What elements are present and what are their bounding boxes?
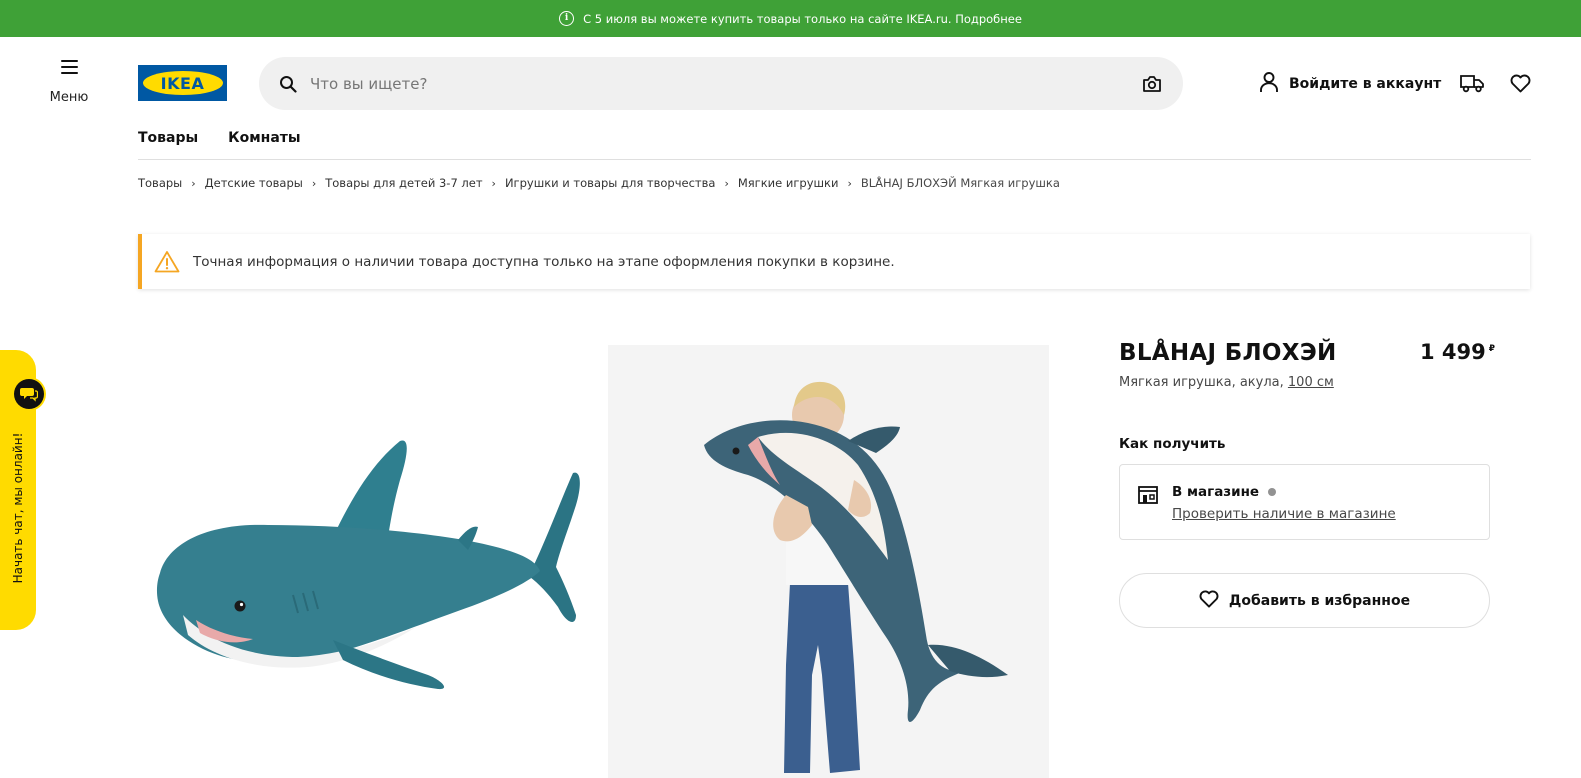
info-circle-icon: i — [559, 11, 575, 26]
store-title-text: В магазине — [1172, 484, 1260, 500]
chevron-right-icon: › — [491, 176, 496, 190]
how-to-get-heading: Как получить — [1119, 436, 1226, 452]
price-value: 1 499 — [1420, 340, 1486, 364]
heart-icon[interactable] — [1508, 71, 1532, 95]
search-input[interactable] — [310, 74, 1141, 93]
chat-label: Начать чат, мы онлайн! — [11, 432, 25, 584]
store-title: В магазине — [1172, 484, 1277, 500]
nav-item-rooms[interactable]: Комнаты — [228, 130, 300, 146]
chevron-right-icon: › — [191, 176, 196, 190]
in-store-box[interactable]: В магазине Проверить наличие в магазине — [1119, 464, 1490, 540]
camera-icon[interactable] — [1141, 73, 1163, 95]
logo-text: IKEA — [160, 73, 205, 93]
breadcrumb-item[interactable]: Мягкие игрушки — [738, 176, 839, 190]
user-icon — [1259, 71, 1279, 97]
notice-text: Точная информация о наличии товара досту… — [193, 253, 895, 270]
product-image-shark[interactable] — [138, 345, 588, 778]
breadcrumb-item[interactable]: Игрушки и товары для творчества — [505, 176, 715, 190]
menu-icon — [60, 60, 78, 74]
add-to-favorites-label: Добавить в избранное — [1228, 592, 1411, 609]
add-to-favorites-button[interactable]: Добавить в избранное — [1119, 573, 1490, 628]
product-price: 1 499 ₽ — [1420, 340, 1495, 364]
account-button[interactable]: Войдите в аккаунт — [1259, 71, 1441, 97]
menu-button[interactable]: Меню — [40, 60, 98, 105]
price-currency: ₽ — [1488, 344, 1496, 354]
chevron-right-icon: › — [724, 176, 729, 190]
heart-icon — [1199, 590, 1219, 612]
ikea-logo[interactable]: IKEA — [138, 65, 227, 101]
store-icon — [1137, 485, 1159, 505]
top-banner[interactable]: i С 5 июля вы можете купить товары тольк… — [0, 0, 1581, 37]
breadcrumb-item[interactable]: Товары для детей 3-7 лет — [325, 176, 482, 190]
search-icon[interactable] — [279, 75, 297, 93]
chat-tab[interactable]: Начать чат, мы онлайн! — [0, 350, 46, 630]
size-link[interactable]: 100 см — [1288, 375, 1334, 390]
warning-icon — [154, 250, 180, 274]
chevron-right-icon: › — [847, 176, 852, 190]
product-image-child-with-shark[interactable] — [608, 345, 1049, 778]
status-dot — [1268, 488, 1277, 496]
menu-label: Меню — [49, 90, 89, 105]
breadcrumb-item[interactable]: Товары — [138, 176, 182, 190]
truck-icon[interactable] — [1460, 71, 1485, 95]
search-bar[interactable] — [259, 57, 1183, 110]
breadcrumb-item[interactable]: Детские товары — [205, 176, 303, 190]
banner-text[interactable]: С 5 июля вы можете купить товары только … — [583, 12, 1022, 26]
main-nav: Товары Комнаты — [138, 130, 301, 146]
breadcrumb: Товары › Детские товары › Товары для дет… — [138, 176, 1060, 190]
account-label: Войдите в аккаунт — [1289, 76, 1442, 92]
availability-notice: Точная информация о наличии товара досту… — [138, 234, 1530, 289]
check-store-link[interactable]: Проверить наличие в магазине — [1172, 506, 1396, 522]
chat-bubble-icon — [12, 377, 46, 411]
breadcrumb-current: BLÅHAJ БЛОХЭЙ Мягкая игрушка — [860, 176, 1060, 190]
description-text: Мягкая игрушка, акула, — [1119, 375, 1288, 390]
nav-item-products[interactable]: Товары — [138, 130, 198, 146]
nav-divider — [138, 159, 1531, 160]
product-title: BLÅHAJ БЛОХЭЙ — [1119, 340, 1337, 366]
product-description: Мягкая игрушка, акула, 100 см — [1119, 375, 1334, 390]
chevron-right-icon: › — [311, 176, 317, 190]
